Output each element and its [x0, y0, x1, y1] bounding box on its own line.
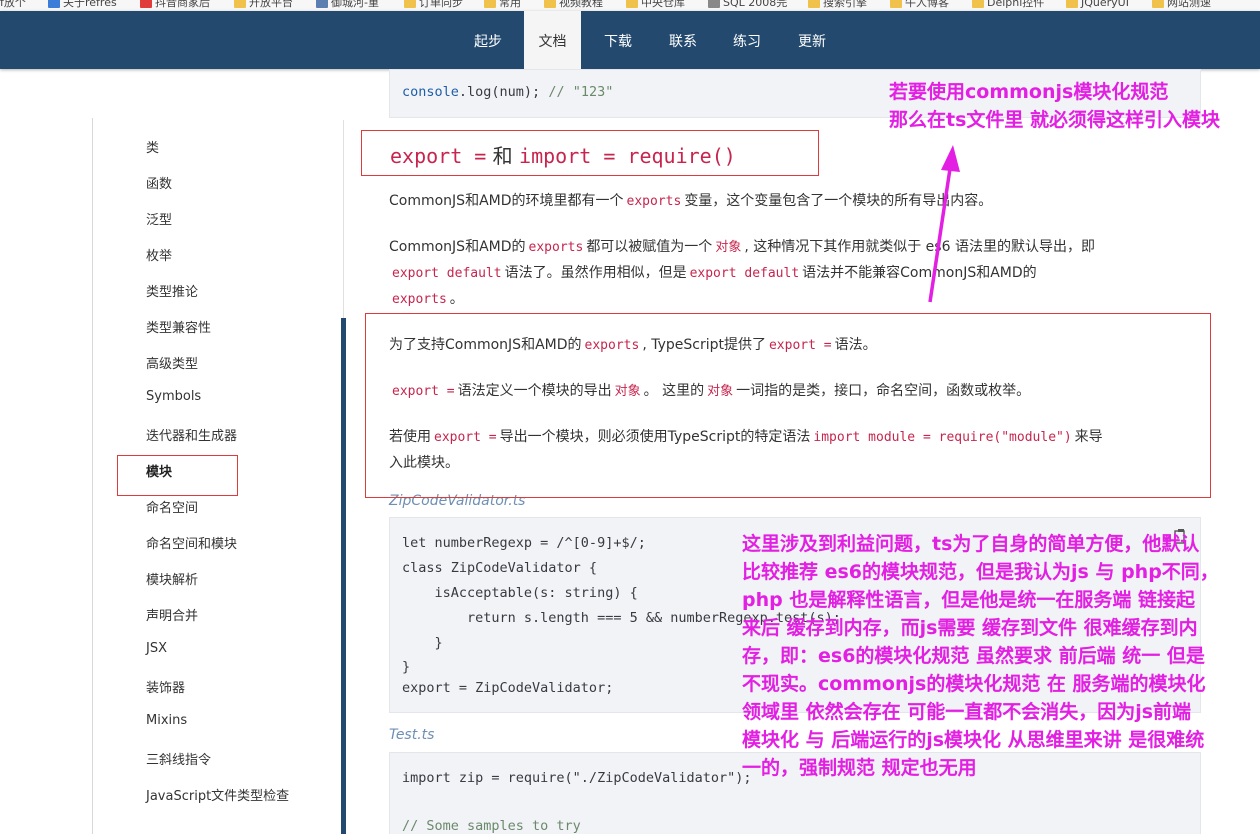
code-line: }	[402, 659, 411, 675]
sidebar-item-namespaces-and-modules[interactable]: 命名空间和模块	[146, 533, 237, 552]
sidebar-item-declaration-merging[interactable]: 声明合并	[146, 605, 198, 624]
top-navigation: 起步 文档 下载 联系 练习 更新	[0, 11, 1260, 69]
sidebar-item-decorators[interactable]: 装饰器	[146, 677, 185, 696]
annotation-box-export-assign	[365, 313, 1211, 498]
code-line: // Some samples to try	[402, 818, 581, 834]
sidebar-item-type-compatibility[interactable]: 类型兼容性	[146, 317, 211, 336]
file-label-test: Test.ts	[389, 727, 435, 743]
sidebar-item-triple-slash[interactable]: 三斜线指令	[146, 749, 211, 768]
paragraph-exports-object: CommonJS和AMD的 exports 都可以被赋值为一个 对象, 这种情况下其作…	[389, 239, 1095, 255]
annotation-note-commonjs: 若要使用commonjs模块化规范 那么在ts文件里 就必须得这样引入模块	[889, 81, 1221, 131]
folder-icon	[1066, 0, 1078, 8]
folder-icon	[972, 0, 984, 8]
bookmark-item[interactable]: 御城河-重	[316, 0, 379, 10]
folder-icon	[404, 0, 416, 8]
paragraph-exports-object-line3: exports。	[392, 291, 464, 307]
folder-icon	[544, 0, 556, 8]
code-line: import zip = require("./ZipCodeValidator…	[402, 770, 752, 786]
sidebar-item-functions[interactable]: 函数	[146, 173, 172, 192]
bookmark-item[interactable]: f放个	[0, 0, 26, 10]
folder-icon	[484, 0, 496, 8]
nav-item-practice[interactable]: 练习	[721, 11, 773, 69]
tiktok-icon	[140, 0, 152, 8]
paragraph-exports-intro: CommonJS和AMD的环境里都有一个 exports 变量，这个变量包含了一个模…	[389, 193, 993, 209]
annotation-box-heading	[361, 130, 819, 176]
bookmarks-bar: f放个 关于refres 抖音商家后 开放平台 御城河-重 订单同步 常用 视频…	[0, 0, 1260, 11]
sidebar-item-symbols[interactable]: Symbols	[146, 389, 201, 404]
bookmark-item[interactable]: 视频教程	[544, 0, 603, 10]
code-line: let numberRegexp = /^[0-9]+$/;	[402, 535, 646, 551]
bookmark-item[interactable]: 关于refres	[48, 0, 117, 10]
bookmark-item[interactable]: 抖音商家后	[140, 0, 210, 10]
sidebar-item-type-inference[interactable]: 类型推论	[146, 281, 198, 300]
sidebar-item-namespaces[interactable]: 命名空间	[146, 497, 198, 516]
sidebar-item-mixins[interactable]: Mixins	[146, 713, 187, 728]
sidebar-item-generics[interactable]: 泛型	[146, 209, 172, 228]
page-icon	[316, 0, 328, 8]
bookmark-item[interactable]: 开放平台	[234, 0, 293, 10]
code-line: class ZipCodeValidator {	[402, 560, 598, 576]
annotation-box-modules	[117, 455, 238, 496]
code-line: isAcceptable(s: string) {	[402, 585, 638, 601]
page-icon	[48, 0, 60, 8]
nav-item-download[interactable]: 下载	[592, 11, 644, 69]
bookmark-item[interactable]: JQueryUI	[1066, 0, 1129, 10]
bookmark-item[interactable]: 订单同步	[404, 0, 463, 10]
bookmark-item[interactable]: 牛人博客	[890, 0, 949, 10]
sidebar-scrollbar[interactable]	[341, 318, 346, 834]
sidebar-item-module-resolution[interactable]: 模块解析	[146, 569, 198, 588]
sidebar-item-js-type-checking[interactable]: JavaScript文件类型检查	[146, 785, 289, 804]
annotation-note-explanation: 这里涉及到利益问题，ts为了自身的简单方便，他默认 比较推荐 es6的模块规范，…	[742, 533, 1219, 779]
sidebar-scroll-track	[343, 120, 344, 320]
bookmark-item[interactable]: 网站测速	[1152, 0, 1211, 10]
annotation-arrow-icon	[928, 145, 960, 303]
nav-item-docs[interactable]: 文档	[524, 11, 581, 69]
folder-icon	[626, 0, 638, 8]
code-line: console.log(num); // "123"	[402, 84, 614, 100]
bookmark-item[interactable]: 中央仓库	[626, 0, 685, 10]
folder-icon	[808, 0, 820, 8]
code-line: }	[402, 635, 443, 651]
nav-item-contact[interactable]: 联系	[657, 11, 709, 69]
sidebar-item-iterators[interactable]: 迭代器和生成器	[146, 425, 237, 444]
nav-item-updates[interactable]: 更新	[786, 11, 838, 69]
bookmark-item[interactable]: 常用	[484, 0, 521, 10]
bookmark-item[interactable]: Delphi控件	[972, 0, 1044, 10]
bookmark-item[interactable]: SQL 2008完	[708, 0, 787, 10]
sidebar-item-classes[interactable]: 类	[146, 137, 159, 156]
page-icon	[708, 0, 720, 8]
sidebar-item-advanced-types[interactable]: 高级类型	[146, 353, 198, 372]
folder-icon	[234, 0, 246, 8]
bookmark-item[interactable]: 搜索引擎	[808, 0, 867, 10]
code-line: export = ZipCodeValidator;	[402, 680, 614, 696]
folder-icon	[1152, 0, 1164, 8]
sidebar-item-jsx[interactable]: JSX	[146, 641, 167, 656]
nav-item-start[interactable]: 起步	[462, 11, 514, 69]
folder-icon	[890, 0, 902, 8]
sidebar-item-enums[interactable]: 枚举	[146, 245, 172, 264]
